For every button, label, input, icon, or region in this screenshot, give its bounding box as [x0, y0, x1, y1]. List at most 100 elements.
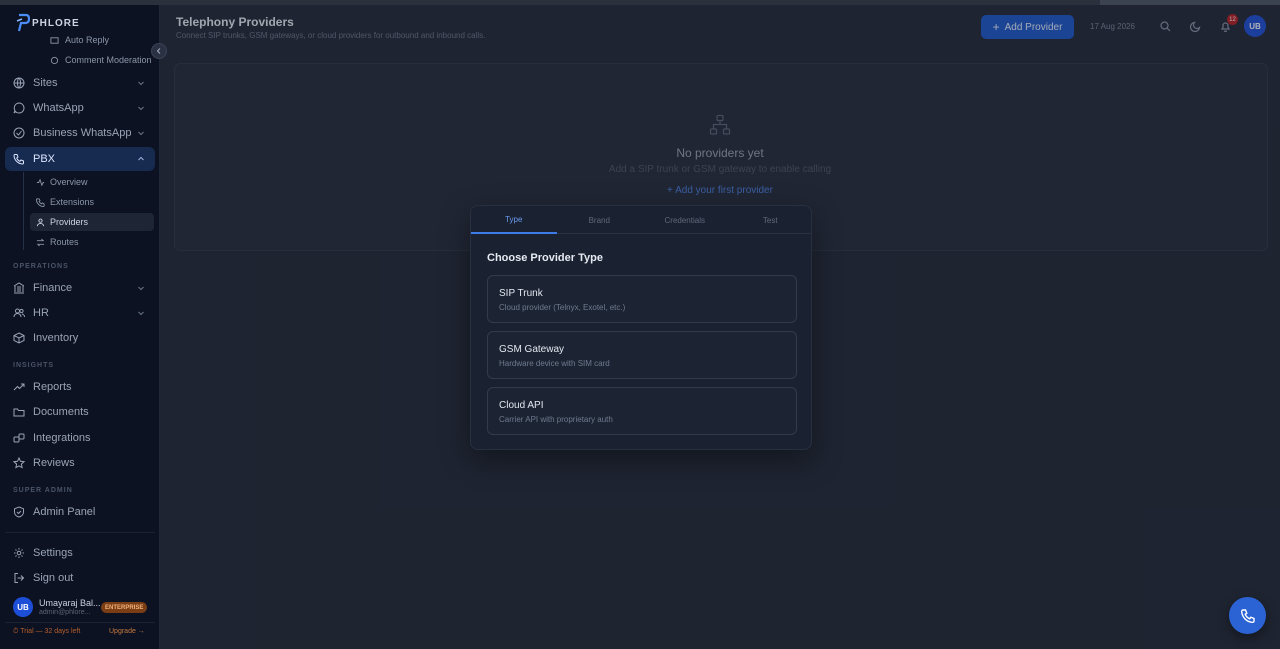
user-name: Umayaraj Bal...: [39, 598, 101, 608]
route-icon: [36, 238, 45, 246]
sidebar-item-admin-panel[interactable]: Admin Panel: [5, 500, 155, 524]
user-profile[interactable]: UB Umayaraj Bal... admin@phlore...: [13, 597, 101, 617]
wizard-tabs: Type Brand Credentials Test: [471, 206, 812, 234]
sidebar-item-reports[interactable]: Reports: [5, 375, 155, 399]
phone-icon: [36, 197, 45, 207]
sidebar-sub-label: Providers: [50, 217, 89, 227]
check-circle-icon: [13, 127, 25, 139]
sidebar-sub-routes[interactable]: Routes: [30, 233, 154, 251]
sidebar-item-integrations[interactable]: Integrations: [5, 426, 155, 450]
sidebar: PHLORE Auto Reply Comment Moderation Sit…: [0, 0, 160, 649]
sidebar-item-documents[interactable]: Documents: [5, 400, 155, 424]
option-gsm-gateway[interactable]: GSM Gateway Hardware device with SIM car…: [487, 331, 797, 379]
sidebar-collapse-button[interactable]: [151, 43, 167, 59]
sidebar-item-label: Sign out: [33, 572, 74, 584]
sidebar-item-label: Inventory: [33, 332, 79, 344]
tab-credentials[interactable]: Credentials: [642, 206, 728, 234]
sidebar-item-sign-out[interactable]: Sign out: [5, 566, 155, 590]
chevron-down-icon: [138, 81, 144, 86]
sidebar-sub-comment-moderation[interactable]: Comment Moderation: [50, 55, 152, 65]
sidebar-sub-label: Extensions: [50, 197, 95, 207]
user-email: admin@phlore...: [39, 609, 91, 616]
option-description: Carrier API with proprietary auth: [499, 415, 613, 424]
activity-icon: [36, 178, 45, 186]
logo-text: PHLORE: [32, 17, 80, 29]
section-super-admin: SUPER ADMIN: [13, 487, 73, 494]
option-sip-trunk[interactable]: SIP Trunk Cloud provider (Telnyx, Exotel…: [487, 275, 797, 323]
sidebar-item-finance[interactable]: Finance: [5, 276, 155, 300]
phone-icon: [1240, 608, 1255, 623]
sidebar-item-hr[interactable]: HR: [5, 301, 155, 325]
chevron-down-icon: [138, 311, 144, 316]
sidebar-item-label: Admin Panel: [33, 506, 96, 518]
option-title: GSM Gateway: [499, 344, 565, 355]
folder-icon: [13, 408, 25, 417]
sidebar-item-settings[interactable]: Settings: [5, 541, 155, 565]
sidebar-item-label: Sites: [33, 77, 58, 89]
sidebar-item-label: HR: [33, 307, 49, 319]
gear-icon: [14, 548, 24, 558]
sidebar-sub-label: Overview: [50, 177, 88, 187]
trend-icon: [13, 383, 25, 391]
option-title: SIP Trunk: [499, 288, 543, 299]
logo-mark-icon: [16, 13, 30, 32]
sidebar-item-label: Reports: [33, 381, 72, 393]
avatar: UB: [13, 597, 33, 617]
chat-icon: [13, 102, 25, 114]
option-title: Cloud API: [499, 400, 544, 411]
users-icon: [13, 308, 25, 318]
sidebar-divider: [5, 622, 155, 623]
sidebar-item-sites[interactable]: Sites: [5, 71, 155, 95]
sidebar-item-label: Reviews: [33, 457, 75, 469]
sidebar-item-inventory[interactable]: Inventory: [5, 326, 155, 350]
pbx-submenu-line: [23, 172, 24, 250]
logout-icon: [14, 573, 25, 583]
sidebar-sub-extensions[interactable]: Extensions: [30, 193, 154, 211]
star-icon: [13, 457, 25, 469]
section-operations: OPERATIONS: [13, 263, 69, 270]
call-fab-button[interactable]: [1229, 597, 1266, 634]
sidebar-item-label: Integrations: [33, 432, 91, 444]
section-insights: INSIGHTS: [13, 362, 55, 369]
sidebar-item-business-whatsapp[interactable]: Business WhatsApp: [5, 121, 155, 145]
sidebar-item-whatsapp[interactable]: WhatsApp: [5, 96, 155, 120]
option-description: Cloud provider (Telnyx, Exotel, etc.): [499, 303, 626, 312]
tab-type[interactable]: Type: [471, 206, 557, 234]
globe-icon: [13, 77, 25, 89]
chevron-up-icon: [138, 156, 144, 161]
option-cloud-api[interactable]: Cloud API Carrier API with proprietary a…: [487, 387, 797, 435]
provider-type-modal: Type Brand Credentials Test Choose Provi…: [470, 205, 812, 450]
sidebar-item-label: WhatsApp: [33, 102, 84, 114]
chevron-down-icon: [138, 106, 144, 111]
sidebar-item-label: Finance: [33, 282, 73, 294]
shield-icon: [14, 506, 24, 518]
window-top-bar-edge: [1100, 0, 1280, 5]
tab-brand[interactable]: Brand: [557, 206, 643, 234]
tab-test[interactable]: Test: [728, 206, 812, 234]
sidebar-sub-overview[interactable]: Overview: [30, 173, 154, 191]
phone-icon: [13, 154, 24, 165]
chevron-down-icon: [138, 286, 144, 291]
sidebar-sub-label: Comment Moderation: [65, 55, 152, 65]
upgrade-link[interactable]: Upgrade →: [109, 628, 145, 635]
sidebar-item-reviews[interactable]: Reviews: [5, 451, 155, 475]
plan-badge: ENTERPRISE: [101, 602, 148, 613]
window-top-bar: [0, 0, 1280, 5]
sidebar-sub-providers[interactable]: Providers: [30, 213, 154, 231]
link-icon: [13, 433, 25, 443]
box-icon: [13, 332, 25, 344]
brand-logo[interactable]: PHLORE: [16, 13, 80, 33]
sidebar-divider: [5, 532, 155, 533]
option-description: Hardware device with SIM card: [499, 359, 610, 368]
sidebar-item-label: PBX: [33, 153, 56, 165]
sidebar-item-label: Documents: [33, 406, 89, 418]
moderation-icon: [50, 56, 59, 64]
bank-icon: [13, 282, 25, 294]
sidebar-item-label: Business WhatsApp: [33, 127, 132, 139]
sidebar-item-label: Settings: [33, 547, 73, 559]
sidebar-sub-auto-reply[interactable]: Auto Reply: [50, 35, 109, 45]
sidebar-item-pbx[interactable]: PBX: [5, 147, 155, 171]
chevron-left-icon: [156, 48, 161, 54]
network-icon: [36, 218, 45, 226]
chevron-down-icon: [138, 131, 144, 136]
